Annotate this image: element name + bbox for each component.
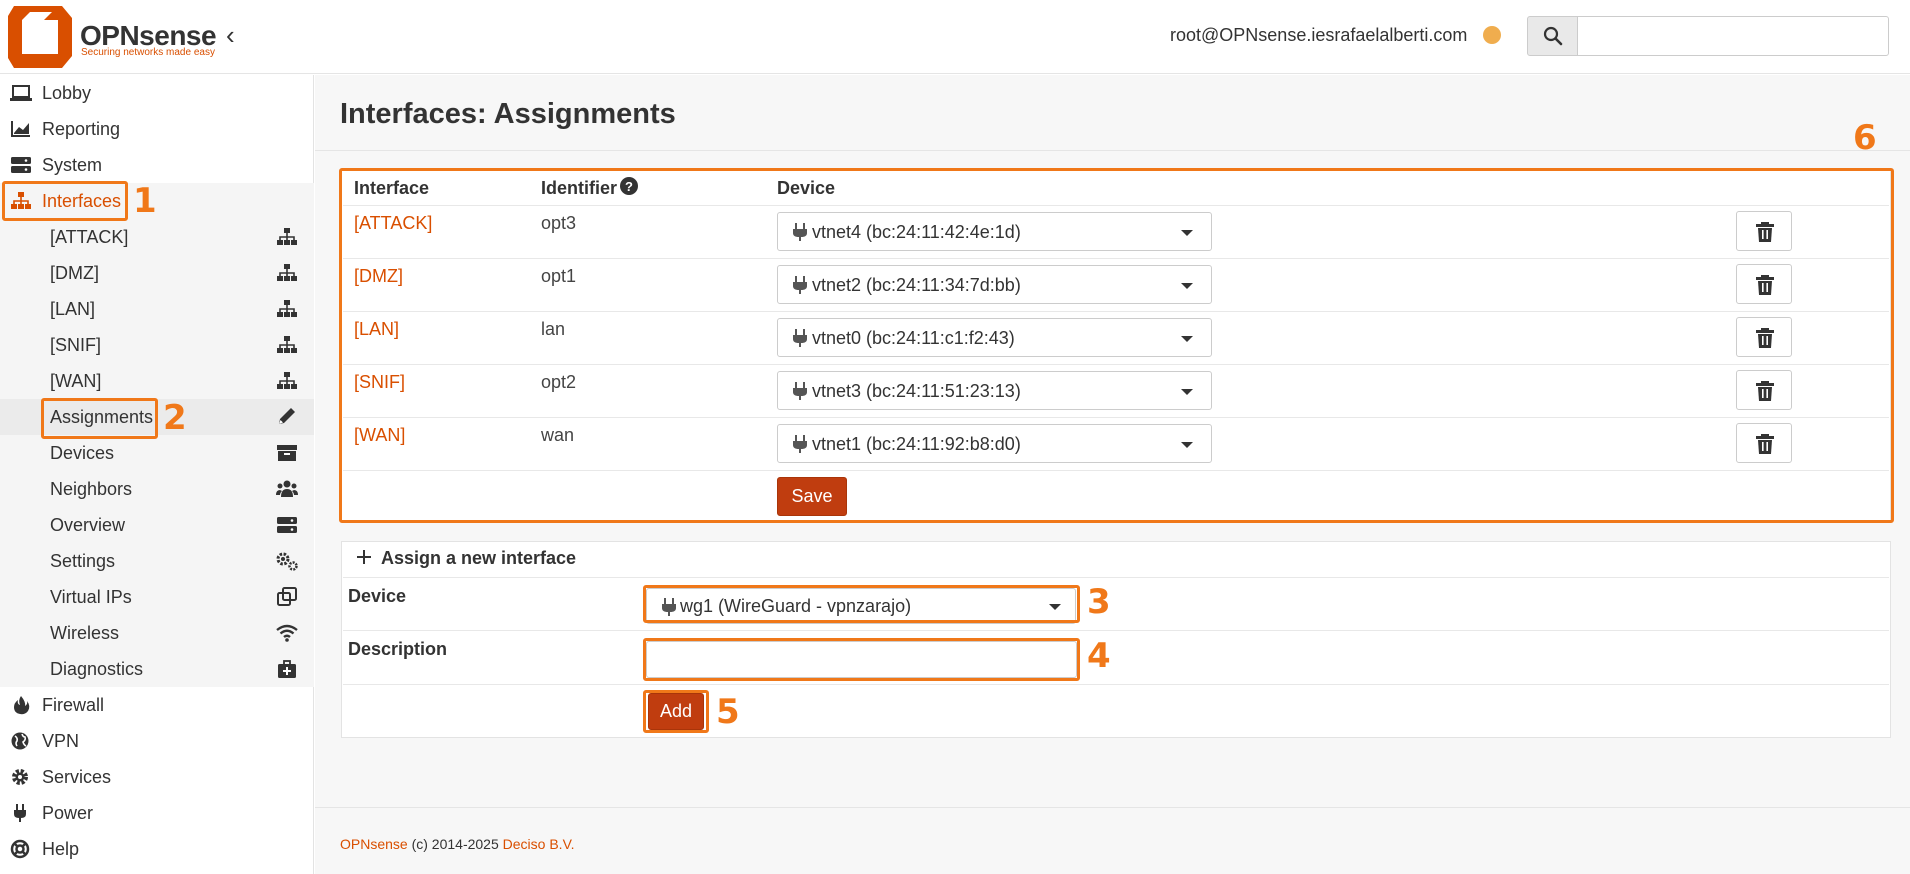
sidebar-item-firewall[interactable]: Firewall (0, 687, 314, 723)
sidebar-subitem-snif[interactable]: [SNIF] (0, 327, 314, 363)
footer: OPNsense (c) 2014-2025 Deciso B.V. (340, 836, 575, 852)
plug-icon (14, 804, 26, 822)
server-icon (277, 517, 297, 533)
footer-company-link[interactable]: Deciso B.V. (503, 836, 575, 852)
clone-icon (277, 587, 297, 606)
highlight-box-add (643, 690, 709, 733)
medkit-icon (278, 660, 296, 678)
sidebar-item-label: Lobby (42, 83, 92, 103)
sidebar-subitem-overview[interactable]: Overview (0, 507, 314, 543)
search-button[interactable] (1527, 16, 1578, 56)
sidebar-item-label: Firewall (42, 695, 105, 715)
highlight-box-description (643, 638, 1080, 681)
sidebar-subitem-label: Devices (50, 443, 115, 463)
divider (315, 807, 1910, 808)
sidebar-subitem-wan[interactable]: [WAN] (0, 363, 314, 399)
sidebar-subitem-lan[interactable]: [LAN] (0, 291, 314, 327)
description-label: Description (348, 639, 448, 659)
search-icon (1543, 26, 1563, 46)
highlight-box-table (339, 168, 1894, 523)
sidebar-item-label: Power (42, 803, 94, 823)
row-divider (343, 630, 1889, 631)
sidebar-subitem-settings[interactable]: Settings (0, 543, 314, 579)
sitemap-icon (277, 264, 297, 281)
footer-brand-link[interactable]: OPNsense (340, 836, 408, 852)
assign-interface-panel (341, 541, 1891, 738)
users-icon (276, 480, 298, 497)
sidebar-item-vpn[interactable]: VPN (0, 723, 314, 759)
divider (315, 150, 1910, 151)
sidebar-subitem-dmz[interactable]: [DMZ] (0, 255, 314, 291)
annotation-number: 5 (716, 692, 740, 732)
sidebar-subitem-label: Neighbors (50, 479, 133, 499)
sidebar-item-label: VPN (42, 731, 80, 751)
cog-icon (12, 769, 28, 785)
annotation-number: 3 (1087, 582, 1111, 622)
sidebar-item-label: Help (42, 839, 80, 859)
lifebuoy-icon (10, 839, 30, 859)
footer-copyright: (c) 2014-2025 (407, 836, 503, 852)
sidebar-item-reporting[interactable]: Reporting (0, 111, 314, 147)
sidebar-subitem-label: Diagnostics (50, 659, 144, 679)
top-bar: OPNsense Securing networks made easy ‹ r… (0, 0, 1910, 74)
opnsense-logo-icon[interactable] (8, 6, 72, 68)
brand-tagline: Securing networks made easy (81, 47, 215, 58)
sidebar-subitem-label: Overview (50, 515, 126, 535)
sidebar-subitem-virtual-ips[interactable]: Virtual IPs (0, 579, 314, 615)
annotation-number: 4 (1087, 636, 1111, 676)
collapse-sidebar-icon[interactable]: ‹ (226, 22, 235, 48)
archive-icon (277, 445, 297, 461)
status-dot (1483, 26, 1501, 44)
sidebar-subitem-label: Virtual IPs (50, 587, 132, 607)
sidebar-subitem-wireless[interactable]: Wireless (0, 615, 314, 651)
sidebar-subitem-label: [ATTACK] (50, 227, 129, 247)
sidebar-subitem-label: [LAN] (50, 299, 96, 319)
sidebar-item-label: Services (42, 767, 112, 787)
sidebar-subitem-label: Settings (50, 551, 116, 571)
highlight-box-assignments (41, 398, 158, 439)
sidebar-subitem-label: [DMZ] (50, 263, 99, 283)
sitemap-icon (277, 300, 297, 317)
chart-icon (11, 121, 30, 137)
sidebar-item-label: System (42, 155, 103, 175)
page-title: Interfaces: Assignments (340, 98, 676, 130)
sitemap-icon (277, 228, 297, 245)
row-divider (343, 684, 1889, 685)
globe-icon (11, 732, 29, 750)
highlight-box-interfaces (2, 181, 128, 221)
highlight-box-device-select (643, 585, 1080, 623)
sidebar-subitem-label: [WAN] (50, 371, 102, 391)
plus-icon (357, 550, 371, 564)
sitemap-icon (277, 336, 297, 353)
wifi-icon (276, 624, 298, 642)
user-label[interactable]: root@OPNsense.iesrafaelalberti.com (1170, 25, 1467, 46)
sidebar-subitem-attack[interactable]: [ATTACK] (0, 219, 314, 255)
sidebar-item-label: Reporting (42, 119, 121, 139)
assign-interface-title[interactable]: Assign a new interface (381, 548, 576, 569)
laptop-icon (10, 85, 32, 101)
device-label: Device (348, 586, 407, 606)
sidebar-subitem-label: [SNIF] (50, 335, 102, 355)
cogs-icon (276, 552, 298, 571)
annotation-number: 1 (133, 181, 157, 221)
sidebar-subitem-neighbors[interactable]: Neighbors (0, 471, 314, 507)
sidebar-item-help[interactable]: Help (0, 831, 314, 867)
row-divider (343, 577, 1889, 578)
sidebar-subitem-devices[interactable]: Devices (0, 435, 314, 471)
annotation-number: 2 (163, 398, 187, 438)
pencil-icon (279, 408, 295, 424)
sidebar-item-lobby[interactable]: Lobby (0, 75, 314, 111)
sidebar-item-system[interactable]: System (0, 147, 314, 183)
sidebar-subitem-diagnostics[interactable]: Diagnostics (0, 651, 314, 687)
sidebar-item-services[interactable]: Services (0, 759, 314, 795)
sidebar-subitem-label: Wireless (50, 623, 120, 643)
sidebar-item-power[interactable]: Power (0, 795, 314, 831)
server-icon (11, 157, 31, 173)
search-input[interactable] (1577, 16, 1889, 56)
sitemap-icon (277, 372, 297, 389)
fire-icon (14, 696, 30, 715)
annotation-number: 6 (1853, 118, 1877, 158)
